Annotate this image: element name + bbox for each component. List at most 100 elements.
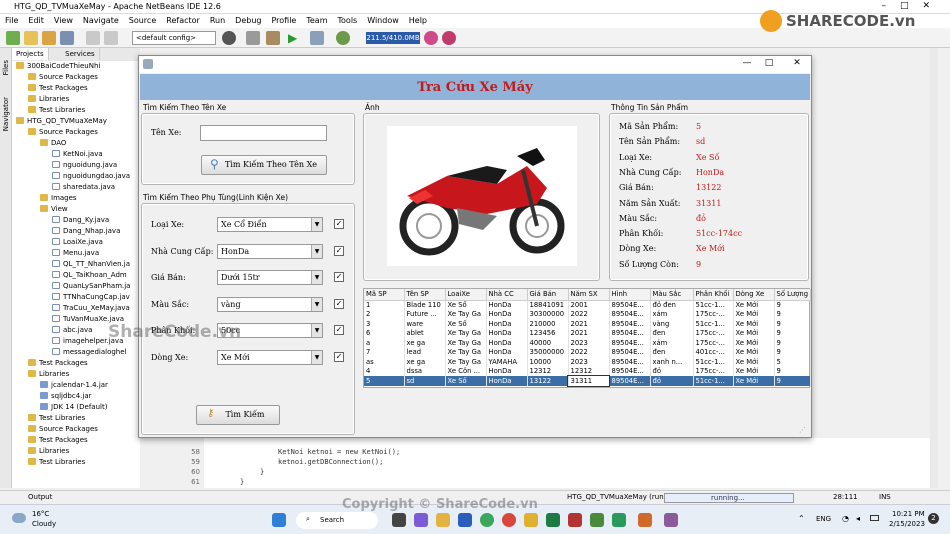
table-cell[interactable]: 9 (774, 309, 811, 319)
weather-icon[interactable] (12, 513, 26, 523)
table-cell[interactable]: xe ga (404, 338, 446, 348)
menu-help[interactable]: Help (404, 14, 432, 25)
chrome2-icon[interactable] (502, 513, 516, 527)
notification-badge[interactable]: 2 (928, 513, 939, 524)
table-cell[interactable]: 35000000 (527, 347, 569, 357)
table-cell[interactable]: 18841091 (527, 300, 569, 310)
memory-indicator[interactable]: 211.5/410.0MB (366, 32, 420, 44)
table-cell[interactable]: 40000 (527, 338, 569, 348)
table-cell[interactable]: 51cc-1... (693, 376, 734, 386)
table-cell[interactable]: 401cc-... (693, 347, 734, 357)
tree-item[interactable]: QL_TaiKhoan_Adm (12, 270, 140, 281)
table-cell[interactable]: lead (404, 347, 446, 357)
column-header[interactable]: Năm SX (568, 289, 610, 301)
config-select[interactable]: <default config> (132, 31, 216, 45)
table-cell[interactable]: 89504E... (609, 347, 651, 357)
table-cell[interactable]: xanh n... (650, 357, 694, 367)
column-header[interactable]: Hình (609, 289, 651, 301)
tree-item[interactable]: Test Libraries (12, 105, 140, 116)
color-select[interactable]: vàng ▼ (217, 296, 323, 312)
dialog-resize-grip[interactable]: ⋰ (799, 426, 809, 436)
table-cell[interactable]: as (364, 357, 405, 367)
table-cell[interactable]: Future ... (404, 309, 446, 319)
menu-tools[interactable]: Tools (333, 14, 363, 25)
column-header[interactable]: Mã SP (364, 289, 405, 301)
table-cell[interactable]: 30300000 (527, 309, 569, 319)
table-cell[interactable]: Xe Mới (733, 328, 775, 338)
table-cell[interactable]: HonDa (486, 328, 528, 338)
table-cell[interactable]: xám (650, 338, 694, 348)
table-cell[interactable]: Xe Tay Ga (445, 357, 487, 367)
table-cell[interactable]: 12312 (527, 366, 569, 376)
menu-view[interactable]: View (49, 14, 78, 25)
table-cell[interactable]: xe ga (404, 357, 446, 367)
table-row[interactable]: 4 dssa Xe Côn ... HonDa 12312 12312 89504E... đ… (364, 366, 811, 376)
gc2-icon[interactable] (442, 31, 456, 45)
tab-projects[interactable]: Projects (12, 48, 49, 60)
tree-item[interactable]: nguoidungdao.java (12, 171, 140, 182)
table-cell[interactable]: 2023 (568, 357, 610, 367)
undo-icon[interactable] (86, 31, 100, 45)
table-cell[interactable]: 175cc-... (693, 366, 734, 376)
table-cell[interactable]: 89504E... (609, 376, 651, 386)
excel-icon[interactable] (546, 513, 560, 527)
table-cell[interactable]: 210000 (527, 319, 569, 329)
table-cell[interactable]: 9 (774, 376, 811, 386)
tree-item[interactable]: Images (12, 193, 140, 204)
table-row[interactable]: 1 Blade 110 Xe Số HonDa 18841091 2001 89504E..… (364, 300, 811, 310)
debug-icon[interactable] (310, 31, 324, 45)
column-header[interactable]: Nhà CC (486, 289, 528, 301)
menu-team[interactable]: Team (301, 14, 332, 25)
table-cell[interactable]: 9 (774, 347, 811, 357)
output-tab[interactable]: Output (28, 493, 52, 501)
table-cell[interactable]: 9 (774, 366, 811, 376)
table-cell[interactable]: sd (404, 376, 446, 386)
table-cell[interactable]: 5 (364, 376, 405, 386)
table-cell[interactable]: Xe Tay Ga (445, 338, 487, 348)
table-row[interactable]: 7 lead Xe Tay Ga HonDa 35000000 2022 89504E...… (364, 347, 811, 357)
tree-item[interactable]: TraCuu_XeMay.java (12, 303, 140, 314)
line-select[interactable]: Xe Mới ▼ (217, 349, 323, 365)
tray-chevron-icon[interactable]: ⌃ (798, 514, 805, 523)
minimize-button[interactable]: — (737, 58, 757, 71)
weather-temp[interactable]: 16°C (32, 510, 49, 518)
battery-icon[interactable] (870, 515, 879, 521)
search-by-name-button[interactable]: ⚲ Tìm Kiếm Theo Tên Xe (201, 155, 327, 175)
car-type-checkbox[interactable]: ✓ (334, 219, 344, 229)
supplier-select[interactable]: HonDa ▼ (217, 243, 323, 259)
tree-item[interactable]: Test Packages (12, 83, 140, 94)
table-row[interactable]: 3 ware Xe Số HonDa 210000 2021 89504E... vàng 51… (364, 319, 811, 329)
column-header[interactable]: Dòng Xe (733, 289, 775, 301)
table-cell[interactable]: 2021 (568, 319, 610, 329)
menu-edit[interactable]: Edit (23, 14, 49, 25)
tree-item[interactable]: View (12, 204, 140, 215)
tree-item[interactable]: TTNhaCungCap.jav (12, 292, 140, 303)
editor-scrollbar[interactable] (930, 48, 938, 488)
wifi-icon[interactable]: ◔ (842, 514, 849, 523)
table-cell[interactable]: 10000 (527, 357, 569, 367)
app3-icon[interactable] (590, 513, 604, 527)
color-checkbox[interactable]: ✓ (334, 298, 344, 309)
table-cell[interactable]: 5 (774, 357, 811, 367)
menu-run[interactable]: Run (205, 14, 230, 25)
table-cell[interactable]: HonDa (486, 338, 528, 348)
table-cell[interactable]: 6 (364, 328, 405, 338)
app2-icon[interactable] (568, 513, 582, 527)
tree-item[interactable]: jcalendar-1.4.jar (12, 380, 140, 391)
table-cell[interactable]: 9 (774, 328, 811, 338)
table-cell[interactable]: 1 (364, 300, 405, 310)
start-icon[interactable] (272, 513, 286, 527)
tree-item[interactable]: Source Packages (12, 424, 140, 435)
table-cell[interactable]: 89504E... (609, 319, 651, 329)
column-header[interactable]: Phân Khối (693, 289, 734, 301)
table-row[interactable]: 5 sd Xe Số HonDa 13122 31311 89504E... đỏ 51cc-1… (364, 375, 811, 387)
table-cell[interactable]: Xe Côn ... (445, 366, 487, 376)
word-icon[interactable] (458, 513, 472, 527)
line-checkbox[interactable]: ✓ (334, 351, 344, 362)
tree-item[interactable]: sharedata.java (12, 182, 140, 193)
tree-item[interactable]: LoaiXe.java (12, 237, 140, 248)
file-explorer-icon[interactable] (436, 513, 450, 527)
table-cell[interactable]: Xe Mới (733, 338, 775, 348)
close-button[interactable]: ✕ (787, 58, 807, 71)
table-cell[interactable]: đỏ (650, 376, 694, 386)
